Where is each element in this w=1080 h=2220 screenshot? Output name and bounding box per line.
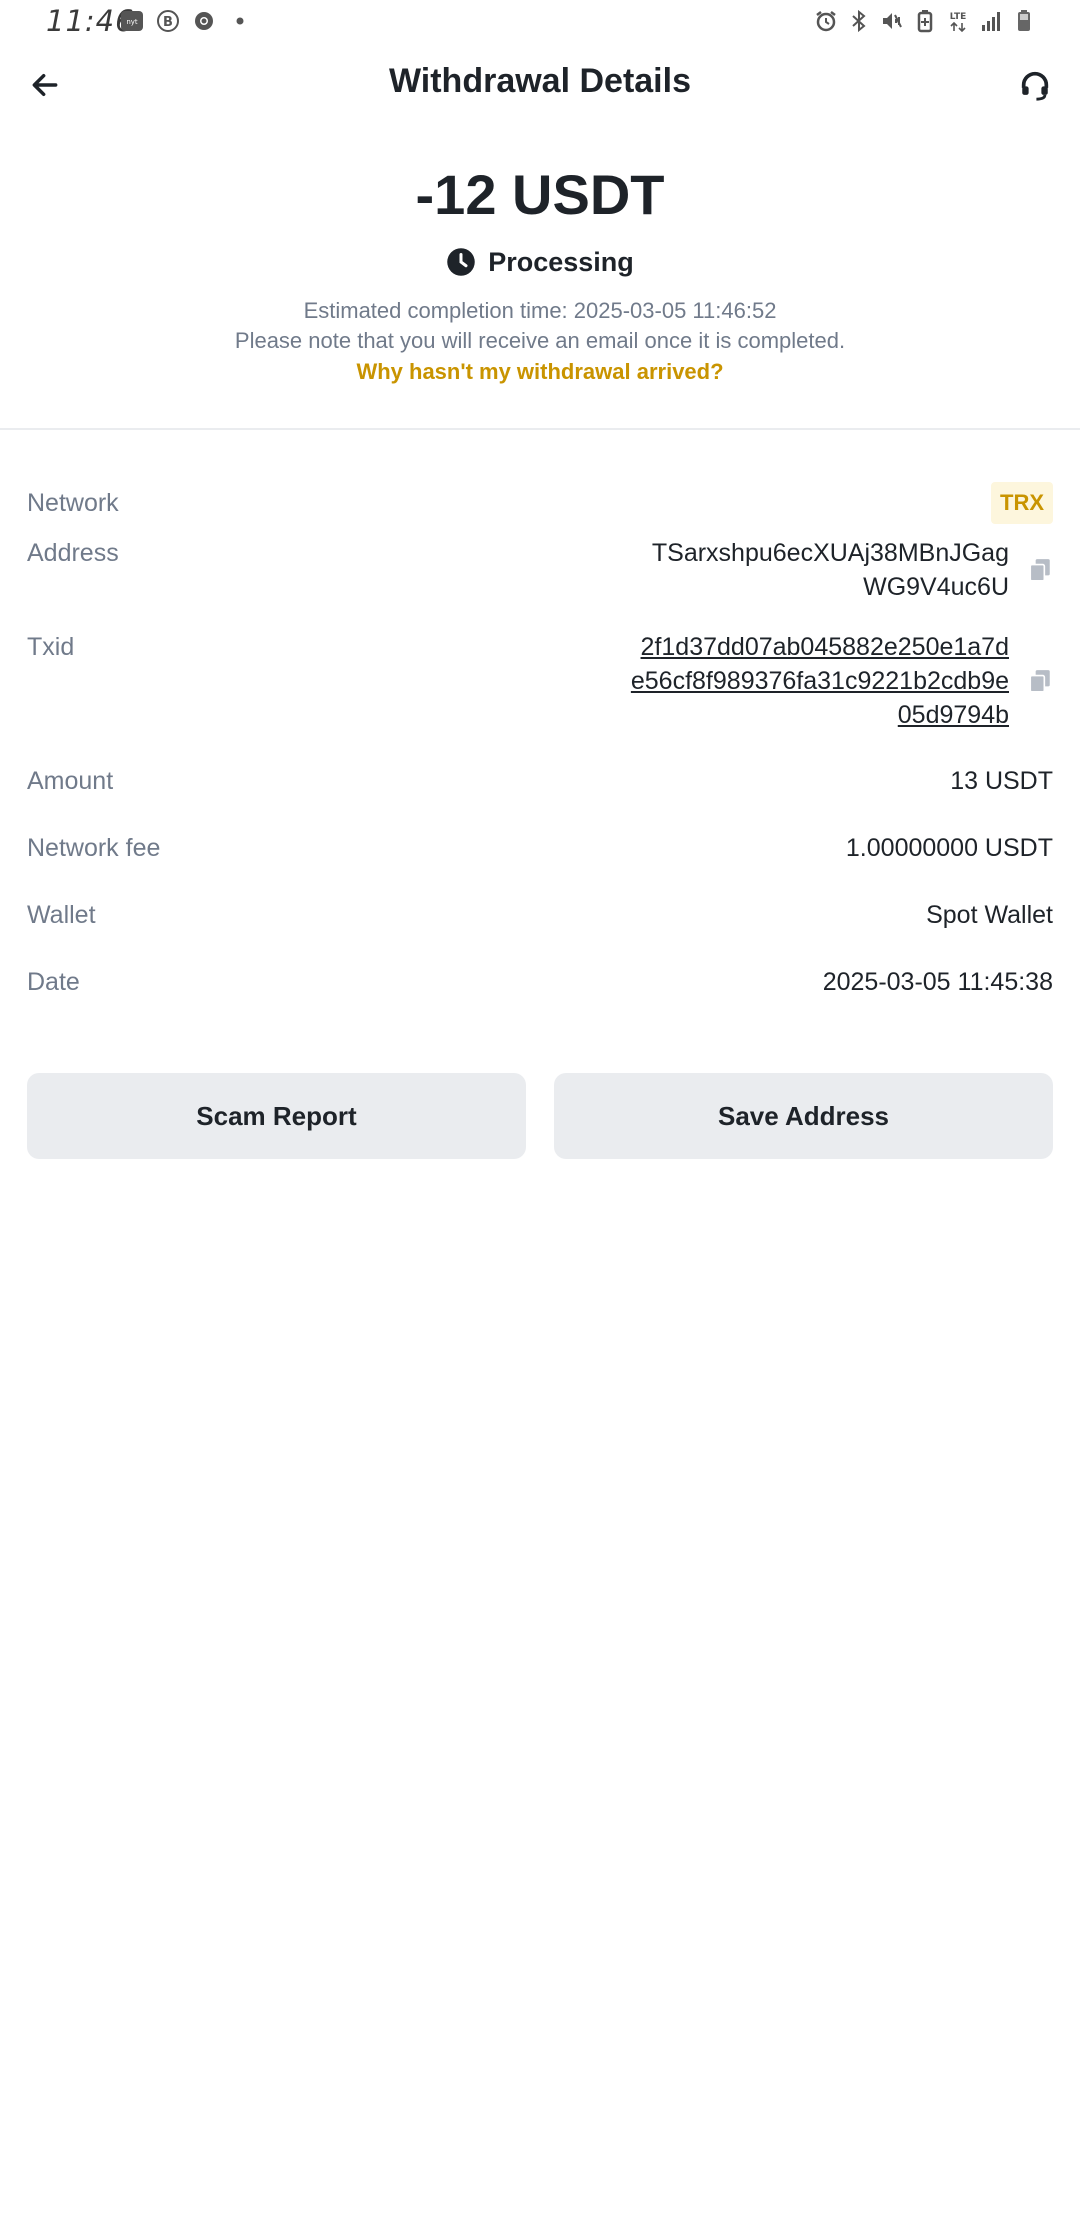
page-title: Withdrawal Details: [389, 62, 691, 100]
date-value: 2025-03-05 11:45:38: [822, 968, 1053, 996]
battery-icon: [1012, 9, 1036, 33]
txid-link[interactable]: 2f1d37dd07ab045882e250e1a7de56cf8f989376…: [629, 630, 1009, 732]
wallet-label: Wallet: [27, 901, 96, 929]
withdrawal-amount: -12 USDT: [415, 163, 665, 226]
svg-text:LTE: LTE: [950, 12, 967, 22]
amount-label: Amount: [27, 767, 114, 795]
txid-value-group: 2f1d37dd07ab045882e250e1a7de56cf8f989376…: [629, 630, 1053, 732]
signal-icon: [979, 9, 1003, 33]
withdrawal-summary: -12 USDT Processing Estimated completion…: [0, 160, 1080, 388]
wallet-value: Spot Wallet: [926, 901, 1053, 929]
date-label: Date: [27, 968, 80, 996]
battery-saver-icon: [913, 9, 937, 33]
save-address-button[interactable]: Save Address: [554, 1073, 1053, 1159]
detail-row-wallet: Wallet Spot Wallet: [27, 898, 1053, 965]
email-note: Please note that you will receive an ema…: [234, 328, 846, 353]
news-app-icon: nyt: [120, 9, 144, 33]
alarm-icon: [814, 9, 838, 33]
detail-row-date: Date 2025-03-05 11:45:38: [27, 965, 1053, 1032]
address-value: TSarxshpu6ecXUAj38MBnJGagWG9V4uc6U: [651, 539, 1009, 601]
address-value-group: TSarxshpu6ecXUAj38MBnJGagWG9V4uc6U: [629, 536, 1053, 604]
chrome-icon: [192, 9, 216, 33]
detail-row-fee: Network fee 1.00000000 USDT: [27, 831, 1053, 898]
bluetooth-icon: [847, 9, 871, 33]
status-right-icons: LTE: [814, 9, 1036, 33]
dot-icon: [228, 9, 252, 33]
copy-txid-icon[interactable]: [1027, 668, 1053, 694]
amount-value: 13 USDT: [950, 767, 1053, 795]
detail-row-amount: Amount 13 USDT: [27, 764, 1053, 831]
withdrawal-help-link[interactable]: Why hasn't my withdrawal arrived?: [356, 359, 723, 384]
details-list: Network TRX Address TSarxshpu6ecXUAj38MB…: [27, 470, 1053, 1032]
scam-report-button[interactable]: Scam Report: [27, 1073, 526, 1159]
detail-row-network: Network TRX: [27, 470, 1053, 536]
estimated-completion: Estimated completion time: 2025-03-05 11…: [303, 298, 777, 323]
clock-icon: [446, 247, 476, 277]
b-circle-icon: B: [156, 9, 180, 33]
detail-row-address: Address TSarxshpu6ecXUAj38MBnJGagWG9V4uc…: [27, 536, 1053, 630]
headset-icon: [1018, 68, 1052, 102]
network-badge: TRX: [991, 482, 1053, 524]
lte-icon: LTE: [946, 9, 970, 33]
copy-address-icon[interactable]: [1027, 557, 1053, 583]
fee-value: 1.00000000 USDT: [845, 834, 1053, 862]
app-header: Withdrawal Details: [0, 44, 1080, 126]
support-button[interactable]: [1012, 62, 1058, 108]
status-left-icons: nyt B: [120, 9, 252, 33]
mute-icon: [880, 9, 904, 33]
status-label: Processing: [488, 246, 634, 277]
detail-row-txid: Txid 2f1d37dd07ab045882e250e1a7de56cf8f9…: [27, 630, 1053, 764]
address-label: Address: [27, 539, 119, 567]
txid-label: Txid: [27, 633, 75, 661]
fee-label: Network fee: [27, 834, 161, 862]
status-bar: 11:46 nyt B LTE: [0, 0, 1080, 44]
network-label: Network: [27, 489, 119, 517]
svg-text:B: B: [163, 15, 173, 30]
status-row: Processing: [0, 242, 1080, 282]
divider: [0, 428, 1080, 430]
svg-text:nyt: nyt: [126, 18, 138, 26]
